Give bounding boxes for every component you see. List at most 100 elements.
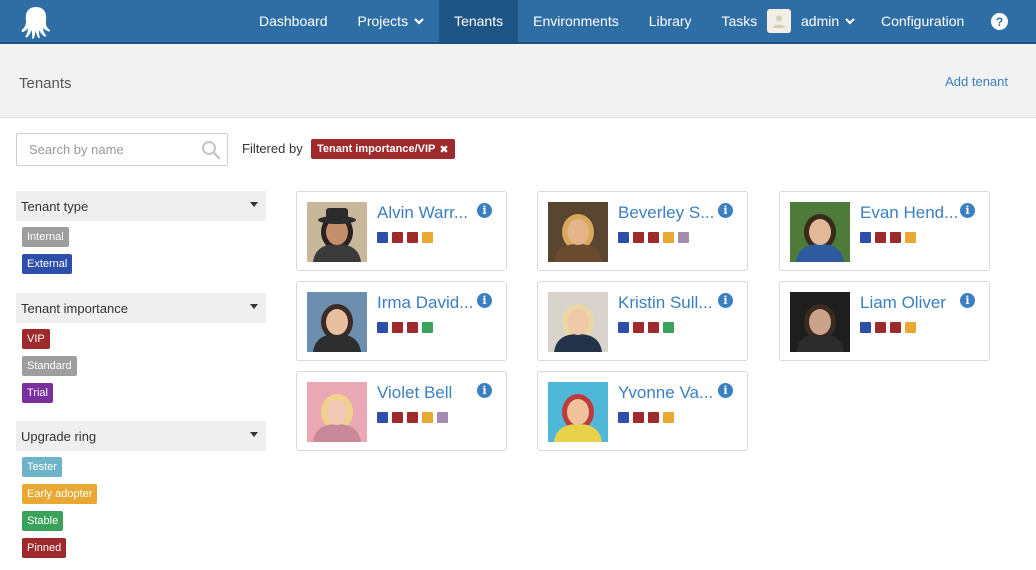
tenant-name[interactable]: Irma David...: [377, 293, 477, 313]
info-icon[interactable]: i: [477, 203, 492, 218]
tag-swatch: [377, 232, 388, 243]
tag-swatch: [618, 232, 629, 243]
tag-filter[interactable]: Early adopter: [22, 484, 98, 504]
nav-library[interactable]: Library: [634, 0, 707, 42]
tenant-card[interactable]: Irma David... i: [296, 281, 507, 361]
tag-swatch: [648, 322, 659, 333]
search-box[interactable]: [16, 133, 228, 166]
tag-swatch: [392, 322, 403, 333]
nav-projects[interactable]: Projects: [343, 0, 440, 42]
tag-filter[interactable]: External: [22, 254, 73, 274]
tag-filter[interactable]: Internal: [22, 227, 69, 247]
top-nav-bar: Dashboard Projects Tenants Environments Libr…: [0, 0, 1036, 44]
tenant-card[interactable]: Violet Bell i: [296, 371, 507, 451]
user-name: admin: [801, 13, 840, 29]
filter-group-header[interactable]: Tenant type: [16, 191, 266, 221]
tag-swatch: [437, 412, 448, 423]
tag-swatch: [678, 232, 689, 243]
tag-row: Pinned: [16, 532, 266, 559]
tag-row: Stable: [16, 505, 266, 532]
filter-group-title: Upgrade ring: [21, 428, 97, 444]
tag-row: Early adopter: [16, 478, 266, 505]
tag-filter[interactable]: VIP: [22, 329, 50, 349]
tag-swatch: [407, 322, 418, 333]
nav-dashboard[interactable]: Dashboard: [244, 0, 343, 42]
chevron-down-icon: [845, 18, 855, 25]
tenant-card[interactable]: Evan Hend... i: [779, 191, 990, 271]
tenant-name[interactable]: Violet Bell: [377, 383, 477, 403]
user-menu[interactable]: admin: [752, 0, 870, 42]
tag-swatch: [392, 232, 403, 243]
info-icon[interactable]: i: [718, 293, 733, 308]
active-filter-label: Tenant importance/VIP: [317, 143, 436, 155]
tag-swatch: [648, 232, 659, 243]
filter-group-header[interactable]: Tenant importance: [16, 293, 266, 323]
tag-swatch: [648, 412, 659, 423]
tag-filter[interactable]: Stable: [22, 511, 64, 531]
tenant-tag-swatches: [377, 412, 452, 423]
tenant-name[interactable]: Beverley S...: [618, 203, 718, 223]
tenant-card[interactable]: Kristin Sull... i: [537, 281, 748, 361]
tag-swatch: [890, 322, 901, 333]
nav-item-label: Tenants: [454, 13, 504, 29]
nav-configuration[interactable]: Configuration: [866, 0, 979, 42]
filter-group-header[interactable]: Upgrade ring: [16, 421, 266, 451]
tag-swatch: [422, 322, 433, 333]
tenant-avatar: [548, 202, 608, 262]
tenant-name[interactable]: Liam Oliver: [860, 293, 960, 313]
tag-swatch: [633, 232, 644, 243]
tenant-card[interactable]: Liam Oliver i: [779, 281, 990, 361]
tag-filter[interactable]: Tester: [22, 457, 62, 477]
user-avatar-icon: [767, 9, 791, 33]
tag-swatch: [407, 232, 418, 243]
tag-row: Standard: [16, 350, 266, 377]
tag-swatch: [905, 322, 916, 333]
tag-filter[interactable]: Pinned: [22, 538, 67, 558]
octopus-logo-icon[interactable]: [18, 4, 54, 40]
tenant-avatar: [548, 292, 608, 352]
tag-swatch: [875, 232, 886, 243]
tag-swatch: [377, 412, 388, 423]
tenant-tag-swatches: [618, 322, 678, 333]
tag-filter[interactable]: Standard: [22, 356, 77, 376]
tag-swatch: [875, 322, 886, 333]
nav-item-label: Environments: [533, 13, 619, 29]
search-input[interactable]: [17, 134, 197, 165]
page-title: Tenants: [19, 75, 72, 92]
tenant-tag-swatches: [860, 232, 920, 243]
help-icon[interactable]: ?: [991, 13, 1008, 30]
tag-swatch: [407, 412, 418, 423]
tag-row: External: [16, 248, 266, 275]
tag-swatch: [422, 412, 433, 423]
add-tenant-link[interactable]: Add tenant: [945, 74, 1008, 89]
info-icon[interactable]: i: [477, 293, 492, 308]
info-icon[interactable]: i: [718, 203, 733, 218]
remove-filter-icon[interactable]: ✖: [439, 143, 448, 156]
tenant-card[interactable]: Alvin Warr... i: [296, 191, 507, 271]
nav-item-label: Projects: [357, 13, 409, 29]
tenant-card[interactable]: Beverley S... i: [537, 191, 748, 271]
tenant-avatar: [548, 382, 608, 442]
tenant-name[interactable]: Alvin Warr...: [377, 203, 477, 223]
info-icon[interactable]: i: [718, 383, 733, 398]
tenant-name[interactable]: Evan Hend...: [860, 203, 960, 223]
main-nav: Dashboard Projects Tenants Environments Libr…: [244, 0, 772, 42]
tag-swatch: [860, 232, 871, 243]
tag-swatch: [618, 412, 629, 423]
info-icon[interactable]: i: [960, 293, 975, 308]
nav-configuration-label: Configuration: [881, 13, 965, 29]
info-icon[interactable]: i: [477, 383, 492, 398]
nav-tenants[interactable]: Tenants: [439, 0, 519, 42]
nav-environments[interactable]: Environments: [518, 0, 634, 42]
tenant-name[interactable]: Yvonne Va...: [618, 383, 718, 403]
tenant-card[interactable]: Yvonne Va... i: [537, 371, 748, 451]
filter-group-title: Tenant type: [21, 198, 89, 214]
tenant-name[interactable]: Kristin Sull...: [618, 293, 718, 313]
tag-swatch: [890, 232, 901, 243]
tag-row: Internal: [16, 221, 266, 248]
info-icon[interactable]: i: [960, 203, 975, 218]
tenant-tag-swatches: [860, 322, 920, 333]
tag-swatch: [618, 322, 629, 333]
tenant-avatar: [790, 202, 850, 262]
tag-filter[interactable]: Trial: [22, 383, 53, 403]
